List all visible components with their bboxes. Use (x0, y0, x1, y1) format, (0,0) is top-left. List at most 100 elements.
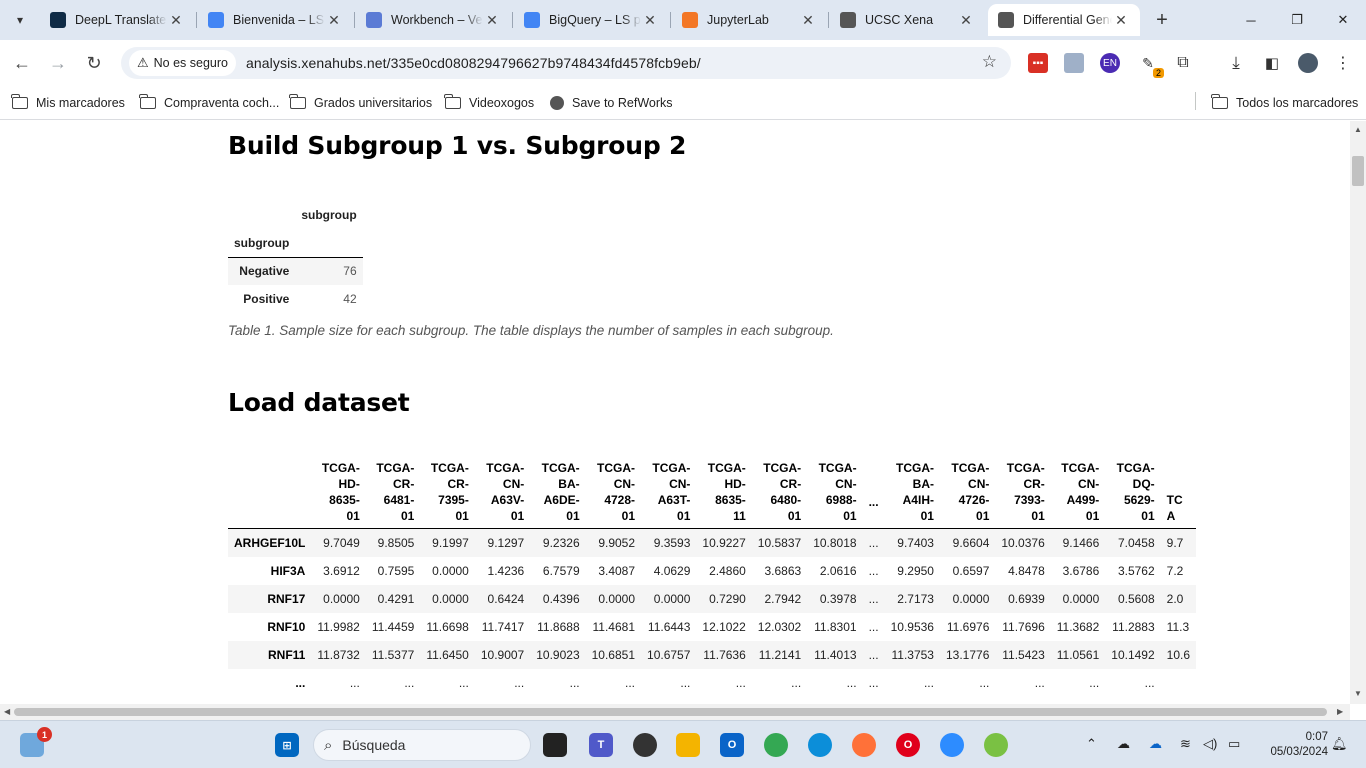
table-cell: 12.0302 (757, 619, 802, 634)
tab-5[interactable]: UCSC Xena ✕ (830, 4, 985, 36)
gene-label: RNF11 (267, 647, 306, 662)
table-cell: 4.0629 (653, 563, 691, 578)
media-app-icon[interactable] (633, 733, 657, 757)
forward-arrow-icon[interactable]: → (44, 49, 72, 77)
close-window-icon[interactable]: ✕ (1320, 0, 1366, 40)
downloads-icon[interactable]: ⤓ (1226, 53, 1246, 73)
close-tab-icon[interactable]: ✕ (641, 12, 659, 29)
index-corner (228, 458, 311, 529)
side-panel-icon[interactable]: ◧ (1262, 53, 1282, 73)
tab-3[interactable]: BigQuery – LS p ✕ (514, 4, 669, 36)
column-header: TCGA- CN- A63T- 01 (641, 458, 696, 529)
tab-4[interactable]: JupyterLab ✕ (672, 4, 827, 36)
column-header: TCGA- CR- 6481- 01 (366, 458, 421, 529)
column-header-line: TCGA- (597, 461, 636, 475)
tray-app-icon[interactable]: ☁ (1117, 736, 1130, 752)
back-arrow-icon[interactable]: ← (8, 49, 36, 77)
all-bookmarks[interactable]: Todos los marcadores (1211, 93, 1358, 113)
bookmark-item[interactable]: Grados universitarios (289, 93, 432, 113)
battery-icon[interactable]: ▭ (1228, 736, 1240, 752)
table-cell: ... (846, 675, 857, 690)
close-tab-icon[interactable]: ✕ (957, 12, 975, 29)
column-header: TCGA- CN- 6988- 01 (807, 458, 862, 529)
scroll-down-arrow-icon[interactable]: ▼ (1354, 689, 1362, 698)
tab-6[interactable]: Differential Gene ✕ (988, 4, 1140, 36)
tab-search-chevron-icon[interactable]: ▾ (6, 6, 34, 34)
restore-icon[interactable]: ❐ (1274, 0, 1320, 40)
bookmark-item[interactable]: Save to RefWorks (550, 93, 673, 113)
outlook-icon[interactable]: O (720, 733, 744, 757)
tab-1[interactable]: Bienvenida – LS ✕ (198, 4, 353, 36)
bookmark-item[interactable]: Mis marcadores (11, 93, 125, 113)
teams-icon[interactable]: T (589, 733, 613, 757)
extensions-puzzle-icon[interactable]: ⧉ (1173, 53, 1193, 73)
bookmark-item[interactable]: Compraventa coch... (139, 93, 279, 113)
profile-avatar[interactable] (1298, 53, 1318, 73)
table-cell: 11.3 (1166, 619, 1190, 634)
close-tab-icon[interactable]: ✕ (483, 12, 501, 29)
table-cell: 0.6597 (952, 563, 990, 578)
horizontal-scroll-thumb[interactable] (14, 708, 1327, 716)
table-cell: 11.7696 (1002, 619, 1045, 634)
scroll-up-arrow-icon[interactable]: ▲ (1354, 125, 1362, 134)
new-tab-button[interactable]: + (1148, 6, 1176, 34)
column-header-line: 01 (976, 509, 990, 523)
column-header-line: 01 (1031, 509, 1045, 523)
security-chip[interactable]: ⚠ No es seguro (129, 50, 237, 76)
table-row: RNF11 11.8732 11.5377 11.6450 10.9007 10.9023… (228, 640, 1197, 669)
address-bar[interactable]: ⚠ No es seguro analysis.xenahubs.net/335… (121, 47, 1011, 79)
column-header-line: A63V- (490, 493, 525, 507)
taskbar-search[interactable]: ⌕ Búsqueda (313, 729, 531, 761)
weather-icon[interactable]: 1 (20, 727, 52, 757)
close-tab-icon[interactable]: ✕ (799, 12, 817, 29)
column-header-line: TCGA- (541, 461, 580, 475)
column-header-line: TCGA- (1061, 461, 1100, 475)
notification-bell-icon[interactable]: 🔔︎ (1331, 736, 1348, 752)
translate-extension-icon[interactable]: EN (1100, 53, 1120, 73)
table-cell: 2.4860 (709, 563, 746, 578)
vertical-scrollbar[interactable] (1350, 121, 1366, 704)
table-cell: ... (979, 675, 990, 690)
onedrive-icon[interactable]: ☁ (1149, 736, 1162, 752)
task-view-icon[interactable] (543, 733, 567, 757)
extension-reader-icon[interactable] (1064, 53, 1084, 73)
scroll-right-arrow-icon[interactable]: ▶ (1337, 707, 1343, 716)
menu-kebab-icon[interactable]: ⋮ (1333, 53, 1353, 73)
app-ring-icon[interactable] (984, 733, 1008, 757)
app-icon[interactable] (940, 733, 964, 757)
firefox-icon[interactable] (852, 733, 876, 757)
tab-2[interactable]: Workbench – Ve ✕ (356, 4, 511, 36)
windows-start-icon[interactable]: ⊞ (275, 733, 299, 757)
reload-icon[interactable]: ↻ (80, 49, 108, 77)
url-text[interactable]: analysis.xenahubs.net/335e0cd08082947966… (246, 55, 701, 71)
close-tab-icon[interactable]: ✕ (1112, 12, 1130, 29)
close-tab-icon[interactable]: ✕ (167, 12, 185, 29)
table-cell: 0.0000 (432, 563, 469, 578)
bookmark-star-icon[interactable]: ☆ (982, 52, 997, 72)
wifi-icon[interactable]: ≋ (1180, 736, 1191, 752)
clock-time: 0:07 (1305, 731, 1328, 743)
close-tab-icon[interactable]: ✕ (325, 12, 343, 29)
dataset-table-viewport: TCGA- HD- 8635- 01 TCGA- CR- 6481- 01 TCGA- CR- 73… (0, 121, 1224, 704)
extension-red-icon[interactable]: ▪▪▪ (1028, 53, 1048, 73)
tab-title: UCSC Xena (865, 13, 934, 27)
tab-title: Differential Gene (1023, 13, 1112, 27)
tab-0[interactable]: DeepL Translate ✕ (40, 4, 195, 36)
search-placeholder: Búsqueda (342, 737, 406, 753)
bookmark-item[interactable]: Videoxogos (444, 93, 534, 113)
volume-icon[interactable]: ◁) (1203, 736, 1217, 752)
scroll-left-arrow-icon[interactable]: ◀ (4, 707, 10, 716)
table-cell: 11.4681 (592, 619, 636, 634)
chrome-icon[interactable] (764, 733, 788, 757)
edge-icon[interactable] (808, 733, 832, 757)
column-header-line: 6481- (383, 493, 415, 507)
table-cell: ... (349, 675, 360, 690)
table-cell: 11.3682 (1056, 619, 1100, 634)
vertical-scroll-thumb[interactable] (1352, 156, 1364, 186)
extension-tools-icon[interactable]: ✎ 2 (1138, 53, 1164, 78)
opera-icon[interactable]: O (896, 733, 920, 757)
system-clock[interactable]: 0:07 05/03/2024 (1256, 730, 1328, 760)
minimize-icon[interactable]: ─ (1228, 0, 1274, 40)
tray-chevron-icon[interactable]: ⌃ (1086, 736, 1097, 752)
file-explorer-icon[interactable] (676, 733, 700, 757)
